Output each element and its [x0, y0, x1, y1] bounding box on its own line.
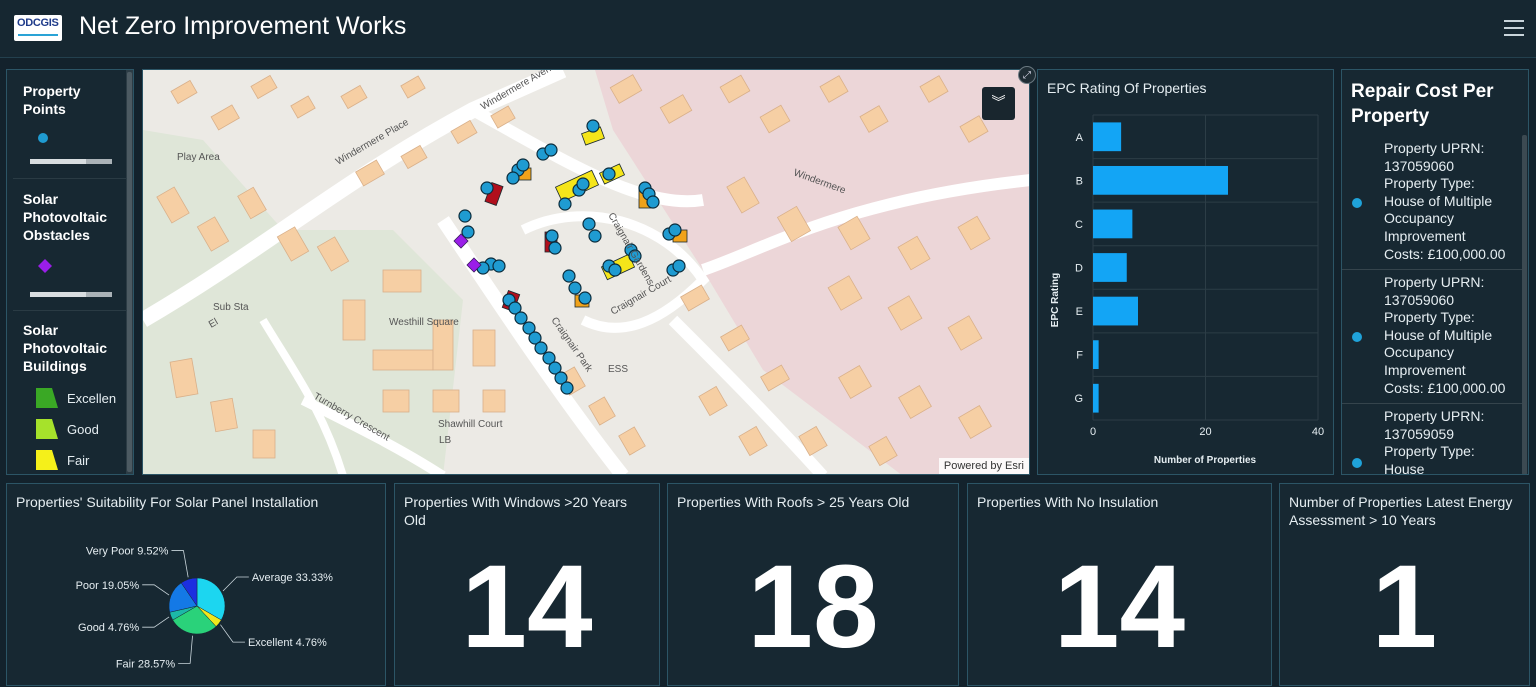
building-fair-swatch-icon [36, 450, 58, 470]
legend-title-pv-obstacles: Solar Photovoltaic Obstacles [23, 191, 108, 243]
epc-x-tick-label: 20 [1199, 426, 1211, 438]
building-class-item: Excellen [36, 388, 127, 410]
kpi-insulation-panel: Properties With No Insulation 14 [967, 483, 1272, 686]
obstacle-diamond-icon [38, 259, 52, 273]
kpi-energy-assessment-panel: Number of Properties Latest Energy Asses… [1279, 483, 1530, 686]
list-item[interactable]: Property UPRN: 137059059 Property Type: Hou… [1342, 404, 1522, 474]
pie-leader-line [142, 584, 170, 596]
pie-slice-label: Average 33.33% [252, 572, 333, 584]
odcgis-logo: ODCGIS [14, 15, 62, 41]
legend-title-pv-buildings: Solar Photovoltaic Buildings [23, 322, 108, 374]
map-label: Play Area [177, 152, 220, 163]
repair-cost-title: Repair Cost Per Property [1351, 81, 1494, 127]
kpi-insulation-value: 14 [1053, 541, 1186, 673]
epc-x-axis-label: Number of Properties [1154, 455, 1257, 466]
pie-slice-label: Fair 28.57% [116, 658, 176, 670]
epc-bar-chart[interactable]: A B C D E F G 0 20 40 EPC Rating Number of Prope… [1038, 70, 1333, 474]
kpi-windows-title: Properties With Windows >20 Years Old [404, 494, 627, 528]
map-view[interactable]: Windermere Place Windermere Avenue Play … [142, 69, 1030, 475]
building-class-item: Good [36, 419, 127, 441]
collapse-chevron-icon[interactable]: ︾ [982, 87, 1015, 120]
legend-title-property-points: Property Points [23, 83, 81, 117]
map-label: Shawhill Court [438, 419, 503, 430]
epc-category-label: B [1076, 175, 1083, 187]
kpi-windows-panel: Properties With Windows >20 Years Old 14 [394, 483, 660, 686]
pie-leader-line [171, 550, 189, 578]
legend-scrollbar[interactable] [126, 70, 133, 474]
epc-bar[interactable] [1093, 122, 1122, 152]
basemap[interactable]: Windermere Place Windermere Avenue Play … [143, 70, 1030, 475]
building-good-swatch-icon [36, 419, 58, 439]
epc-rating-chart-panel: EPC Rating Of Properties A B C D E F G 0 20 40 E… [1037, 69, 1334, 475]
app-header: ODCGIS Net Zero Improvement Works [0, 0, 1536, 58]
fullscreen-icon[interactable]: ⤢ [1018, 66, 1036, 84]
map-label: ESS [608, 364, 628, 375]
legend-panel: Property Points Solar Photovoltaic Obstacle… [6, 69, 134, 475]
pie-leader-line [142, 616, 170, 628]
kpi-roofs-panel: Properties With Roofs > 25 Years Old 18 [667, 483, 959, 686]
pie-slice-label: Very Poor 9.52% [86, 546, 169, 558]
menu-icon[interactable] [1504, 20, 1524, 36]
map-label: Sub Sta [213, 302, 249, 313]
epc-bar[interactable] [1093, 253, 1127, 282]
pie-slice-label: Good 4.76% [78, 622, 139, 634]
repair-cost-list-panel: Repair Cost Per Property Property UPRN: 13… [1341, 69, 1529, 475]
map-label: LB [439, 435, 452, 446]
building-excellent-swatch-icon [36, 388, 58, 408]
suitability-pie-chart[interactable]: Average 33.33% Excellent 4.76% Fair 28.57%… [7, 484, 385, 685]
pie-leader-line [220, 624, 245, 643]
kpi-windows-value: 14 [461, 541, 593, 673]
kpi-roofs-value: 18 [747, 541, 879, 673]
kpi-roofs-title: Properties With Roofs > 25 Years Old [677, 494, 910, 510]
list-item[interactable]: Property UPRN: 137059060 Property Type: Hou… [1342, 270, 1522, 404]
pie-leader-line [222, 576, 249, 592]
epc-chart-title: EPC Rating Of Properties [1047, 80, 1207, 96]
building-class-item: Fair [36, 450, 127, 472]
epc-bar[interactable] [1093, 296, 1138, 326]
property-point-icon [1352, 458, 1362, 468]
suitability-title: Properties' Suitability For Solar Panel … [16, 494, 319, 510]
kpi-energy-title: Number of Properties Latest Energy Asses… [1289, 494, 1513, 528]
epc-category-label: A [1076, 132, 1084, 144]
dashboard-title: Net Zero Improvement Works [79, 12, 407, 40]
property-points-visibility-bar [30, 159, 112, 164]
epc-bar[interactable] [1093, 209, 1133, 239]
epc-category-label: F [1076, 350, 1083, 362]
map-label: Westhill Square [389, 317, 459, 328]
epc-x-tick-label: 0 [1090, 426, 1096, 438]
esri-attribution[interactable]: Powered by Esri [938, 458, 1029, 474]
list-item[interactable]: Property UPRN: 137059060 Property Type: Hou… [1342, 136, 1522, 270]
epc-category-label: G [1074, 393, 1083, 405]
epc-bar[interactable] [1093, 165, 1228, 195]
kpi-insulation-title: Properties With No Insulation [977, 494, 1159, 510]
property-point-icon [1352, 198, 1362, 208]
property-point-icon [1352, 332, 1362, 342]
obstacles-visibility-bar [30, 292, 112, 297]
kpi-energy-value: 1 [1371, 541, 1438, 673]
epc-bar[interactable] [1093, 340, 1099, 370]
list-scrollbar[interactable] [1522, 135, 1527, 474]
epc-category-label: E [1076, 306, 1083, 318]
property-point-symbol-icon [38, 133, 48, 143]
pie-slice-label: Excellent 4.76% [248, 637, 327, 649]
solar-suitability-panel: Properties' Suitability For Solar Panel … [6, 483, 386, 686]
epc-category-label: D [1075, 263, 1083, 275]
epc-bar[interactable] [1093, 383, 1099, 413]
pie-leader-line [178, 635, 193, 664]
epc-category-label: C [1075, 219, 1083, 231]
epc-y-axis-label: EPC Rating [1050, 273, 1061, 327]
epc-x-tick-label: 40 [1312, 426, 1324, 438]
pie-slice-label: Poor 19.05% [76, 580, 140, 592]
